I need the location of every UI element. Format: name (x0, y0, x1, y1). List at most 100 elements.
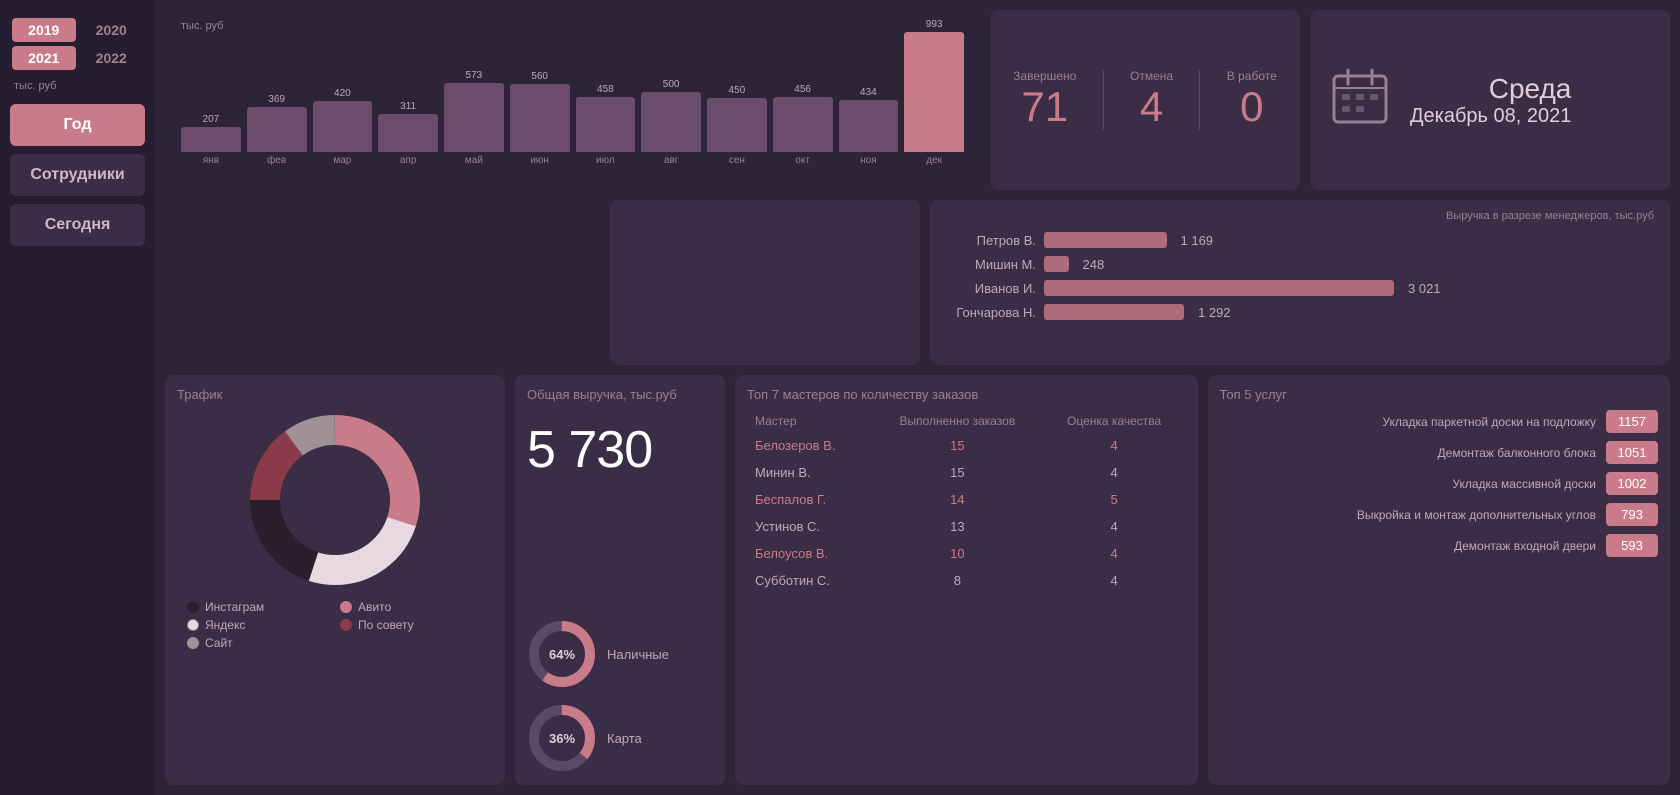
bar-col-окт: 456окт (773, 84, 833, 166)
service-value: 793 (1606, 503, 1658, 526)
revenue-total-value: 5 730 (527, 420, 713, 480)
traffic-legend: Инстаграм Авито Яндекс По совету Сайт (177, 600, 493, 650)
service-name: Демонтаж входной двери (1220, 539, 1597, 553)
bar-rect-мар (313, 101, 373, 152)
bar-rect-янв (181, 127, 241, 152)
middle-row: Выручка в разрезе менеджеров, тыс.руб Пе… (165, 200, 1670, 365)
master-name: Минин В. (747, 459, 872, 486)
bar-rect-фев (247, 107, 307, 152)
bar-col-апр: 311 апр (378, 101, 438, 166)
bar-rect-апр (378, 114, 438, 152)
revenue-row: Петров В. 1 169 (946, 232, 1654, 248)
bar-label-апр: апр (400, 155, 417, 166)
service-value: 593 (1606, 534, 1658, 557)
service-row: Выкройка и монтаж дополнительных углов 79… (1220, 503, 1659, 526)
service-name: Выкройка и монтаж дополнительных углов (1220, 508, 1597, 522)
status-inprogress: В работе 0 (1227, 69, 1277, 131)
master-rating: 4 (1043, 540, 1186, 567)
revenue-manager-name: Мишин М. (946, 257, 1036, 272)
status-completed-label: Завершено (1013, 69, 1076, 83)
payment-card: 36% Карта (527, 703, 713, 773)
bar-value-июн: 560 (531, 71, 548, 82)
revenue-row: Иванов И. 3 021 (946, 280, 1654, 296)
services-title: Топ 5 услуг (1220, 387, 1659, 402)
bar-rect-дек (904, 32, 964, 152)
legend-label: Яндекс (205, 618, 245, 632)
employees-button[interactable]: Сотрудники (10, 154, 145, 196)
bar-col-авг: 500авг (641, 79, 701, 166)
service-row: Укладка паркетной доски на подложку1157 (1220, 410, 1659, 433)
bar-col-сен: 450сен (707, 85, 767, 166)
bar-rect-ноя (839, 100, 899, 152)
revenue-manager-bar (1044, 304, 1184, 320)
bar-chart-panel: тыс. руб 207янв369фев420мар311апр573май5… (165, 10, 980, 190)
bar-label-окт: окт (795, 155, 810, 166)
bar-label-июн: июн (530, 155, 549, 166)
status-cancelled: Отмена 4 (1130, 69, 1173, 131)
master-rating: 4 (1043, 513, 1186, 540)
status-completed: Завершено 71 (1013, 69, 1076, 131)
revenue-manager-name: Петров В. (946, 233, 1036, 248)
table-row: Субботин С.84 (747, 567, 1186, 594)
legend-label: Сайт (205, 636, 233, 650)
bar-value-апр: 311 (400, 101, 416, 112)
calendar-icon (1330, 66, 1390, 135)
revenue-total-title: Общая выручка, тыс.руб (527, 387, 713, 402)
legend-dot (187, 619, 199, 631)
year-2020[interactable]: 2020 (80, 18, 144, 42)
service-name: Демонтаж балконного блока (1220, 446, 1597, 460)
revenue-manager-bar (1044, 280, 1394, 296)
year-2021[interactable]: 2021 (12, 46, 76, 70)
service-value: 1002 (1606, 472, 1658, 495)
bar-col-янв: 207янв (181, 114, 241, 166)
cash-label: Наличные (607, 647, 669, 662)
main-content: тыс. руб 207янв369фев420мар311апр573май5… (155, 0, 1680, 795)
master-rating: 4 (1043, 567, 1186, 594)
calendar-day: Среда (1410, 73, 1571, 105)
status-cancelled-label: Отмена (1130, 69, 1173, 83)
master-name: Устинов С. (747, 513, 872, 540)
bar-col-июл: 458июл (576, 84, 636, 166)
bar-value-дек: 993 (926, 19, 943, 30)
top-row: тыс. руб 207янв369фев420мар311апр573май5… (165, 10, 1670, 190)
top-services-panel: Топ 5 услуг Укладка паркетной доски на п… (1208, 375, 1671, 785)
master-orders: 10 (872, 540, 1043, 567)
bar-value-янв: 207 (203, 114, 220, 125)
bar-label-ноя: ноя (860, 155, 877, 166)
revenue-manager-name: Иванов И. (946, 281, 1036, 296)
bar-value-ноя: 434 (860, 87, 877, 98)
table-row: Беспалов Г.145 (747, 486, 1186, 513)
calendar-date: Декабрь 08, 2021 (1410, 105, 1571, 128)
calendar-text: Среда Декабрь 08, 2021 (1410, 73, 1571, 128)
master-name: Белозеров В. (747, 432, 872, 459)
chart-unit: тыс. руб (181, 20, 964, 32)
revenue-manager-bar (1044, 232, 1167, 248)
year-2022[interactable]: 2022 (80, 46, 144, 70)
payment-cash: 64% Наличные (527, 619, 713, 689)
masters-rows: Белозеров В.154Минин В.154Беспалов Г.145… (747, 432, 1186, 594)
legend-item: По совету (340, 618, 483, 632)
service-value: 1051 (1606, 441, 1658, 464)
table-row: Минин В.154 (747, 459, 1186, 486)
revenue-manager-amount: 1 169 (1181, 233, 1214, 248)
bar-value-июл: 458 (597, 84, 614, 95)
master-name: Белоусов В. (747, 540, 872, 567)
donut-area (177, 410, 493, 590)
legend-item: Сайт (187, 636, 330, 650)
bar-rect-июн (510, 84, 570, 152)
master-orders: 8 (872, 567, 1043, 594)
master-rating: 4 (1043, 432, 1186, 459)
legend-label: Инстаграм (205, 600, 264, 614)
legend-item: Авито (340, 600, 483, 614)
chart-spacer (165, 200, 600, 365)
revenue-manager-amount: 248 (1083, 257, 1105, 272)
card-label: Карта (607, 731, 642, 746)
revenue-manager-rows: Петров В.1 169Мишин М.248Иванов И.3 021Г… (946, 232, 1654, 320)
bottom-row: Трафик (165, 375, 1670, 785)
year-button[interactable]: Год (10, 104, 145, 146)
top-masters-panel: Топ 7 мастеров по количеству заказов Мас… (735, 375, 1198, 785)
year-2019[interactable]: 2019 (12, 18, 76, 42)
revenue-manager-amount: 3 021 (1408, 281, 1441, 296)
today-button[interactable]: Сегодня (10, 204, 145, 246)
legend-label: По совету (358, 618, 414, 632)
